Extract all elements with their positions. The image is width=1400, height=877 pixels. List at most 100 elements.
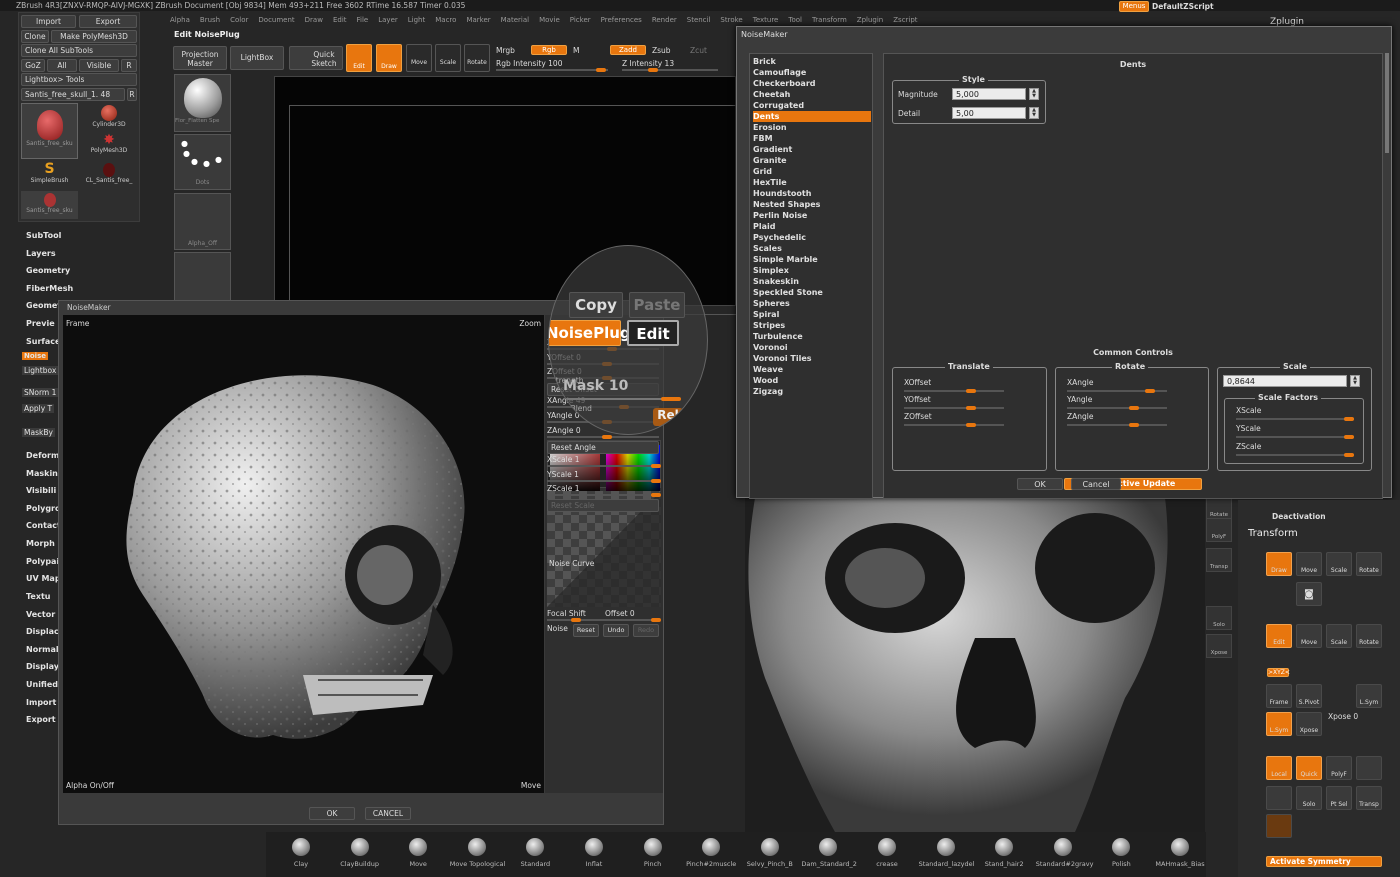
noise-type-nested-shapes[interactable]: Nested Shapes <box>753 199 871 210</box>
brush-item[interactable]: ClayBuildup <box>333 838 387 868</box>
menu-file[interactable]: File <box>357 16 369 24</box>
texture-swatch[interactable] <box>1266 814 1292 838</box>
quick-button[interactable]: Quick <box>1296 756 1322 780</box>
menu-stroke[interactable]: Stroke <box>720 16 742 24</box>
tool-menu-item[interactable]: Deform <box>26 451 59 460</box>
focal-shift-slider[interactable] <box>547 618 661 622</box>
menu-alpha[interactable]: Alpha <box>170 16 190 24</box>
tool-menu-item[interactable]: Visibili <box>26 486 56 495</box>
tool-menu-item[interactable]: MaskBy <box>22 428 55 437</box>
transform-draw-button[interactable]: Draw <box>1266 552 1292 576</box>
noise-type-hextile[interactable]: HexTile <box>753 177 871 188</box>
brush-item[interactable]: Move <box>391 838 445 868</box>
noise-type-gradient[interactable]: Gradient <box>753 144 871 155</box>
noise-type-simplex[interactable]: Simplex <box>753 265 871 276</box>
menu-color[interactable]: Color <box>230 16 248 24</box>
ok-button[interactable]: OK <box>1017 478 1063 490</box>
tool-thumb-cl-santis[interactable]: CL_Santis_free_ <box>81 161 137 189</box>
tool-menu-item[interactable]: Polypai <box>26 557 59 566</box>
rgb-intensity-slider[interactable] <box>496 68 608 72</box>
menu-layer[interactable]: Layer <box>378 16 398 24</box>
noise-type-speckled-stone[interactable]: Speckled Stone <box>753 287 871 298</box>
menus-toggle[interactable]: Menus <box>1119 1 1149 12</box>
noise-type-houndstooth[interactable]: Houndstooth <box>753 188 871 199</box>
noise-type-wood[interactable]: Wood <box>753 375 871 386</box>
magnitude-input[interactable]: 5,000 <box>952 88 1026 100</box>
yscale-slider[interactable] <box>547 479 661 483</box>
noise-type-grid[interactable]: Grid <box>753 166 871 177</box>
noise-type-plaid[interactable]: Plaid <box>753 221 871 232</box>
menu-transform[interactable]: Transform <box>812 16 847 24</box>
brush-item[interactable]: Inflat <box>567 838 621 868</box>
tool-menu-item[interactable]: Lightbox <box>22 366 59 375</box>
noiseplug-button[interactable]: NoisePlug <box>549 320 631 346</box>
move-mode-button[interactable]: Move <box>406 44 432 72</box>
lightbox-button[interactable]: LightBox <box>230 46 284 70</box>
menu-light[interactable]: Light <box>408 16 425 24</box>
transform-scale-button[interactable]: Scale <box>1326 552 1352 576</box>
brush-item[interactable]: MAHmask_Bias <box>1153 838 1207 868</box>
spivot-button[interactable]: S.Pivot <box>1296 684 1322 708</box>
brush-item[interactable]: crease <box>860 838 914 868</box>
yscale-slider[interactable] <box>1236 435 1354 439</box>
viewport-transp-button[interactable]: Transp <box>1206 548 1232 572</box>
tool-menu-item[interactable]: Export <box>26 715 56 724</box>
transform-title[interactable]: Transform <box>1248 528 1298 539</box>
goz-button[interactable]: GoZ <box>21 59 45 72</box>
detail-input[interactable]: 5,00 <box>952 107 1026 119</box>
sphere-icon[interactable] <box>1356 756 1382 780</box>
clone-button[interactable]: Clone <box>21 30 49 43</box>
menu-brush[interactable]: Brush <box>200 16 220 24</box>
tool-menu-item[interactable]: Geometry <box>26 266 70 275</box>
tool-thumb-simplebrush[interactable]: S SimpleBrush <box>21 161 78 189</box>
xscale-slider[interactable] <box>1236 417 1354 421</box>
tool-menu-item[interactable]: SNorm 1 <box>22 388 59 397</box>
preview-ok-button[interactable]: OK <box>309 807 355 820</box>
noise-type-spheres[interactable]: Spheres <box>753 298 871 309</box>
menu-draw[interactable]: Draw <box>305 16 323 24</box>
tool-thumb-skull[interactable]: Santis_free_sku <box>21 103 78 159</box>
mrgb-button[interactable]: Mrgb <box>496 46 515 55</box>
curve-redo-button[interactable]: Redo <box>633 624 659 637</box>
menu-document[interactable]: Document <box>258 16 294 24</box>
export-button[interactable]: Export <box>79 15 137 28</box>
tool-menu-item[interactable]: Displac <box>26 627 59 636</box>
tool-thumb-cylinder[interactable]: Cylinder3D <box>81 103 137 131</box>
noise-type-dents[interactable]: Dents <box>753 111 871 122</box>
viewport-xpose-button[interactable]: Xpose <box>1206 634 1232 658</box>
xoffset-slider[interactable] <box>904 389 1004 393</box>
zangle-slider[interactable] <box>1067 423 1167 427</box>
brush-item[interactable]: Move Topological <box>450 838 505 868</box>
transp-button[interactable]: Transp <box>1356 786 1382 810</box>
tool-menu-item[interactable]: Import <box>26 698 56 707</box>
edit-toggle-button[interactable]: Edit <box>1266 624 1292 648</box>
zangle-slider[interactable] <box>547 435 659 439</box>
clone-all-subtools-button[interactable]: Clone All SubTools <box>21 44 137 57</box>
noise-type-simple-marble[interactable]: Simple Marble <box>753 254 871 265</box>
transform-move-button[interactable]: Move <box>1296 552 1322 576</box>
lightbox-tools-button[interactable]: Lightbox> Tools <box>21 73 137 86</box>
menu-zscript[interactable]: Zscript <box>893 16 917 24</box>
detail-spinner[interactable]: ▲ ▼ <box>1029 107 1039 119</box>
tool-menu-item[interactable]: Maskin <box>26 469 58 478</box>
yoffset-slider[interactable] <box>904 406 1004 410</box>
m-button[interactable]: M <box>573 46 579 55</box>
brush-item[interactable]: Polish <box>1094 838 1148 868</box>
cancel-button[interactable]: Cancel <box>1071 478 1121 490</box>
noise-type-psychedelic[interactable]: Psychedelic <box>753 232 871 243</box>
activate-symmetry-button[interactable]: Activate Symmetry <box>1266 856 1382 867</box>
dialog-scrollbar[interactable] <box>1385 53 1389 153</box>
curve-undo-button[interactable]: Undo <box>603 624 629 637</box>
goz-all-button[interactable]: All <box>47 59 77 72</box>
brush-item[interactable]: Dam_Standard_2 <box>801 838 857 868</box>
frame-button[interactable]: Frame <box>66 319 89 328</box>
main-viewport-model[interactable] <box>745 498 1205 832</box>
z-intensity-slider[interactable] <box>622 68 718 72</box>
menu-preferences[interactable]: Preferences <box>601 16 642 24</box>
tool-menu-item[interactable]: Contact <box>26 521 61 530</box>
solo-button[interactable]: Solo <box>1296 786 1322 810</box>
copy-button[interactable]: Copy <box>569 292 623 318</box>
scale-spinner[interactable]: ▲ ▼ <box>1350 375 1360 387</box>
transform-rotate-button[interactable]: Rotate <box>1356 552 1382 576</box>
menu-stencil[interactable]: Stencil <box>687 16 711 24</box>
